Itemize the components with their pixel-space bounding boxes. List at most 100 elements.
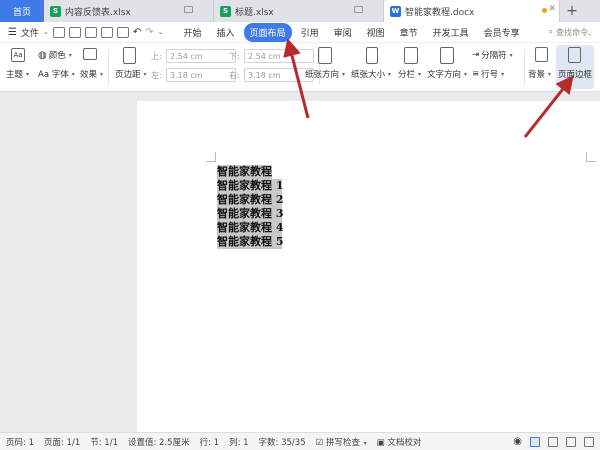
document-line[interactable]: 智能家教程 3 [217, 207, 283, 221]
undo-icon[interactable]: ↶ [133, 27, 141, 38]
columns-icon [404, 47, 418, 64]
tab-file-feedback[interactable]: S 内容反馈表.xlsx [44, 0, 214, 22]
top-margin-label: 上: [151, 52, 162, 61]
fonts-label: Aa 字体 [38, 70, 69, 80]
file-menu[interactable]: 文件 [21, 26, 39, 39]
outline-view-icon[interactable] [548, 436, 558, 447]
proofread-icon: ▣ [376, 437, 385, 448]
ribbon: Aa 主题 ▾ ◍ 颜色 ▾ Aa 字体 ▾ 效果 ▾ 页边距 ▾ 上: 2.54 cm 下… [0, 43, 600, 92]
proofread-button[interactable]: ▣ 文档校对 [377, 436, 422, 448]
palette-icon: ◍ [38, 49, 47, 61]
tab-file-label: 智能家教程.docx [405, 7, 475, 18]
background-button[interactable]: 背景 ▾ [528, 68, 551, 80]
document-text[interactable]: 智能家教程 智能家教程 1 智能家教程 2 智能家教程 3 智能家教程 4 智能… [217, 165, 283, 249]
columns-label: 分栏 [398, 70, 416, 80]
tab-file-tutorial[interactable]: W 智能家教程.docx ✕ [384, 0, 560, 22]
chevron-down-icon: ▾ [501, 70, 505, 78]
background-label: 背景 [528, 70, 546, 80]
right-margin-input[interactable]: 3.18 cm [244, 68, 314, 82]
page-view-icon[interactable] [530, 436, 540, 447]
paper-size-label: 纸张大小 [351, 70, 386, 80]
save-icon[interactable] [52, 26, 65, 38]
status-page-number[interactable]: 页码: 1 [6, 436, 34, 448]
fonts-button[interactable]: Aa 字体 ▾ [38, 68, 75, 80]
bottom-margin-value: 2.54 cm [248, 51, 281, 61]
theme-button[interactable]: 主题 ▾ [6, 68, 29, 80]
effects-button[interactable]: 效果 ▾ [80, 68, 103, 80]
menu-tab-page-layout[interactable]: 页面布局 [243, 22, 292, 42]
eye-protection-icon[interactable]: ◉ [513, 436, 522, 447]
breaks-button[interactable]: ⇥ 分隔符 ▾ [472, 49, 513, 61]
format-painter-icon[interactable] [116, 26, 129, 38]
monitor-icon [184, 6, 193, 13]
chevron-down-icon[interactable]: ⌄ [158, 28, 164, 36]
menu-tab-review[interactable]: 审阅 [328, 23, 358, 42]
chevron-down-icon: ▾ [388, 70, 392, 78]
menu-tab-sections[interactable]: 章节 [394, 23, 424, 42]
web-view-icon[interactable] [584, 436, 594, 447]
line-numbers-button[interactable]: ≡ 行号 ▾ [472, 68, 504, 80]
bottom-margin-input[interactable]: 2.54 cm [244, 49, 314, 63]
menu-tab-developer[interactable]: 开发工具 [427, 23, 475, 42]
unsaved-dot-icon [542, 8, 547, 13]
document-line[interactable]: 智能家教程 4 [217, 221, 283, 235]
paper-size-button[interactable]: 纸张大小 ▾ [351, 68, 391, 80]
menu-tab-member[interactable]: 会员专享 [478, 23, 526, 42]
chevron-down-icon: ▾ [363, 439, 367, 447]
status-setting-value[interactable]: 设置值: 2.5厘米 [128, 436, 190, 448]
colors-button[interactable]: ◍ 颜色 ▾ [38, 49, 72, 62]
redo-icon[interactable]: ↷ [145, 27, 153, 38]
tab-file-label: 标题.xlsx [235, 7, 274, 18]
hamburger-icon[interactable]: ☰ [8, 27, 17, 38]
orientation-button[interactable]: 纸张方向 ▾ [305, 68, 345, 80]
document-page[interactable] [137, 101, 600, 432]
theme-icon: Aa [11, 48, 25, 62]
chevron-down-icon: ▾ [68, 51, 72, 59]
menu-tab-references[interactable]: 引用 [295, 23, 325, 42]
columns-button[interactable]: 分栏 ▾ [398, 68, 421, 80]
tab-home[interactable]: 首页 [0, 0, 44, 22]
left-margin-input[interactable]: 3.18 cm [166, 68, 236, 82]
status-column: 列: 1 [229, 437, 249, 448]
xls-icon: S [220, 5, 231, 17]
menu-tab-insert[interactable]: 插入 [211, 23, 241, 42]
close-icon[interactable]: ✕ [548, 4, 556, 14]
status-section[interactable]: 节: 1/1 [90, 436, 118, 448]
margins-button[interactable]: 页边距 ▾ [115, 68, 147, 80]
status-row: 行: 1 [199, 437, 220, 448]
status-word-count[interactable]: 字数: 35/35 [259, 436, 306, 448]
divider [524, 49, 525, 85]
export-pdf-icon[interactable] [68, 26, 81, 38]
doc-icon: W [390, 5, 401, 17]
text-direction-label: 文字方向 [427, 70, 462, 80]
theme-label: 主题 [6, 70, 24, 80]
breaks-label: 分隔符 [481, 51, 507, 61]
chevron-down-icon: ▾ [464, 70, 468, 78]
proofread-label: 文档校对 [387, 437, 422, 448]
new-tab-button[interactable]: + [560, 0, 584, 22]
orientation-icon [318, 47, 332, 64]
print-preview-icon[interactable] [100, 26, 113, 38]
chevron-down-icon: ▾ [26, 70, 30, 78]
status-pages[interactable]: 页面: 1/1 [44, 436, 80, 448]
chevron-down-icon[interactable]: ⌄ [43, 28, 49, 36]
document-line[interactable]: 智能家教程 1 [217, 179, 283, 193]
document-line[interactable]: 智能家教程 5 [217, 235, 283, 249]
reading-view-icon[interactable] [566, 436, 576, 447]
tab-file-title[interactable]: S 标题.xlsx [214, 0, 384, 22]
effects-label: 效果 [80, 70, 98, 80]
menu-tab-view[interactable]: 视图 [361, 23, 391, 42]
line-numbers-icon: ≡ [472, 69, 480, 79]
spell-check-button[interactable]: ☑ 拼写检查 ▾ [316, 436, 367, 448]
search-icon: ⌕ [548, 27, 553, 36]
top-margin-input[interactable]: 2.54 cm [166, 49, 236, 63]
document-line[interactable]: 智能家教程 [217, 165, 272, 179]
menu-tab-home[interactable]: 开始 [178, 23, 208, 42]
spell-check-label: 拼写检查 [325, 437, 360, 448]
print-icon[interactable] [84, 26, 97, 38]
command-search[interactable]: ⌕ 查找命令、 [549, 27, 596, 38]
document-line[interactable]: 智能家教程 2 [217, 193, 283, 207]
chevron-down-icon: ▾ [418, 70, 422, 78]
text-direction-button[interactable]: 文字方向 ▾ [427, 68, 467, 80]
margin-corner-marker [586, 152, 596, 162]
